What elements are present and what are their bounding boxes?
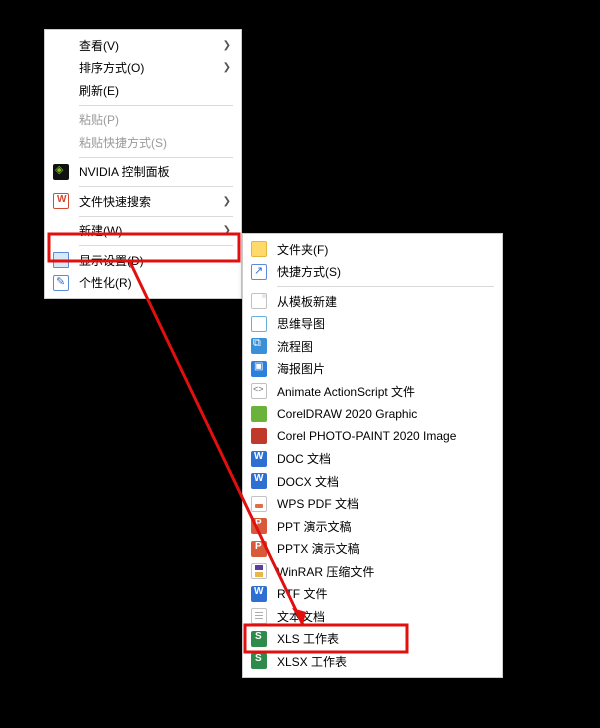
menu-item-personalize[interactable]: 个性化(R) xyxy=(47,272,239,295)
doc-icon xyxy=(249,450,269,468)
submenu-item-label: 文件夹(F) xyxy=(277,241,492,258)
blank-icon xyxy=(51,111,71,129)
actionscript-icon xyxy=(249,382,269,400)
mindmap-icon xyxy=(249,315,269,333)
submenu-item-label: WPS PDF 文档 xyxy=(277,495,492,512)
submenu-item-ppt[interactable]: PPT 演示文稿 xyxy=(245,515,500,538)
pptx-icon xyxy=(249,540,269,558)
submenu-item-mindmap[interactable]: 思维导图 xyxy=(245,313,500,336)
submenu-item-winrar[interactable]: WinRAR 压缩文件 xyxy=(245,560,500,583)
chevron-right-icon: ❯ xyxy=(223,225,231,236)
menu-item-label: NVIDIA 控制面板 xyxy=(79,163,231,180)
menu-item-nvidia[interactable]: NVIDIA 控制面板 xyxy=(47,161,239,184)
menu-separator xyxy=(79,105,233,106)
submenu-item-label: Animate ActionScript 文件 xyxy=(277,383,492,400)
submenu-item-label: PPT 演示文稿 xyxy=(277,518,492,535)
menu-separator xyxy=(79,186,233,187)
blank-icon xyxy=(51,59,71,77)
menu-item-view[interactable]: 查看(V) ❯ xyxy=(47,34,239,57)
submenu-item-coreldraw[interactable]: CorelDRAW 2020 Graphic xyxy=(245,403,500,426)
submenu-item-label: 海报图片 xyxy=(277,360,492,377)
submenu-item-xlsx[interactable]: XLSX 工作表 xyxy=(245,650,500,673)
ppt-icon xyxy=(249,517,269,535)
submenu-item-poster[interactable]: 海报图片 xyxy=(245,358,500,381)
submenu-item-label: Corel PHOTO-PAINT 2020 Image xyxy=(277,429,492,443)
submenu-item-label: CorelDRAW 2020 Graphic xyxy=(277,407,492,421)
menu-item-display-settings[interactable]: 显示设置(D) xyxy=(47,249,239,272)
menu-item-sort[interactable]: 排序方式(O) ❯ xyxy=(47,57,239,80)
submenu-item-label: PPTX 演示文稿 xyxy=(277,540,492,557)
coreldraw-icon xyxy=(249,405,269,423)
submenu-item-animate-as[interactable]: Animate ActionScript 文件 xyxy=(245,380,500,403)
submenu-item-photopaint[interactable]: Corel PHOTO-PAINT 2020 Image xyxy=(245,425,500,448)
submenu-item-label: XLSX 工作表 xyxy=(277,653,492,670)
menu-separator xyxy=(79,216,233,217)
poster-icon xyxy=(249,360,269,378)
xlsx-icon xyxy=(249,652,269,670)
menu-item-label: 粘贴快捷方式(S) xyxy=(79,134,231,151)
submenu-item-label: WinRAR 压缩文件 xyxy=(277,563,492,580)
submenu-item-pptx[interactable]: PPTX 演示文稿 xyxy=(245,538,500,561)
blank-icon xyxy=(51,81,71,99)
menu-item-refresh[interactable]: 刷新(E) xyxy=(47,79,239,102)
submenu-item-label: 思维导图 xyxy=(277,315,492,332)
submenu-item-label: 快捷方式(S) xyxy=(277,263,492,280)
submenu-item-label: DOCX 文档 xyxy=(277,473,492,490)
submenu-item-label: 从模板新建 xyxy=(277,293,492,310)
display-icon xyxy=(51,251,71,269)
submenu-item-label: DOC 文档 xyxy=(277,450,492,467)
submenu-item-folder[interactable]: 文件夹(F) xyxy=(245,238,500,261)
flowchart-icon xyxy=(249,337,269,355)
text-file-icon xyxy=(249,607,269,625)
menu-separator xyxy=(79,245,233,246)
template-icon xyxy=(249,292,269,310)
folder-icon xyxy=(249,240,269,258)
menu-item-label: 查看(V) xyxy=(79,37,217,54)
submenu-item-text-document[interactable]: 文本文档 xyxy=(245,605,500,628)
winrar-icon xyxy=(249,562,269,580)
menu-item-label: 文件快速搜索 xyxy=(79,193,217,210)
wps-icon xyxy=(51,192,71,210)
blank-icon xyxy=(51,36,71,54)
menu-item-new[interactable]: 新建(W) ❯ xyxy=(47,220,239,243)
submenu-item-rtf[interactable]: RTF 文件 xyxy=(245,583,500,606)
blank-icon xyxy=(51,133,71,151)
menu-separator xyxy=(79,157,233,158)
submenu-item-template[interactable]: 从模板新建 xyxy=(245,290,500,313)
submenu-item-label: RTF 文件 xyxy=(277,585,492,602)
menu-item-wps-search[interactable]: 文件快速搜索 ❯ xyxy=(47,190,239,213)
menu-separator xyxy=(277,286,494,287)
menu-item-label: 粘贴(P) xyxy=(79,111,231,128)
personalize-icon xyxy=(51,274,71,292)
xls-icon xyxy=(249,630,269,648)
wpspdf-icon xyxy=(249,495,269,513)
desktop-context-menu: 查看(V) ❯ 排序方式(O) ❯ 刷新(E) 粘贴(P) 粘贴快捷方式(S) … xyxy=(44,29,242,299)
submenu-item-wpspdf[interactable]: WPS PDF 文档 xyxy=(245,493,500,516)
menu-item-paste: 粘贴(P) xyxy=(47,109,239,132)
submenu-item-label: XLS 工作表 xyxy=(277,630,492,647)
chevron-right-icon: ❯ xyxy=(223,40,231,51)
menu-item-label: 显示设置(D) xyxy=(79,252,231,269)
new-submenu: 文件夹(F) 快捷方式(S) 从模板新建 思维导图 流程图 海报图片 Anima… xyxy=(242,233,503,678)
submenu-item-shortcut[interactable]: 快捷方式(S) xyxy=(245,261,500,284)
nvidia-icon xyxy=(51,163,71,181)
submenu-item-label: 文本文档 xyxy=(277,608,492,625)
menu-item-paste-shortcut: 粘贴快捷方式(S) xyxy=(47,131,239,154)
photopaint-icon xyxy=(249,427,269,445)
menu-item-label: 新建(W) xyxy=(79,222,217,239)
chevron-right-icon: ❯ xyxy=(223,62,231,73)
menu-item-label: 刷新(E) xyxy=(79,82,231,99)
shortcut-icon xyxy=(249,263,269,281)
rtf-icon xyxy=(249,585,269,603)
submenu-item-doc[interactable]: DOC 文档 xyxy=(245,448,500,471)
menu-item-label: 排序方式(O) xyxy=(79,59,217,76)
submenu-item-flowchart[interactable]: 流程图 xyxy=(245,335,500,358)
docx-icon xyxy=(249,472,269,490)
submenu-item-label: 流程图 xyxy=(277,338,492,355)
submenu-item-docx[interactable]: DOCX 文档 xyxy=(245,470,500,493)
blank-icon xyxy=(51,222,71,240)
menu-item-label: 个性化(R) xyxy=(79,274,231,291)
submenu-item-xls[interactable]: XLS 工作表 xyxy=(245,628,500,651)
chevron-right-icon: ❯ xyxy=(223,196,231,207)
